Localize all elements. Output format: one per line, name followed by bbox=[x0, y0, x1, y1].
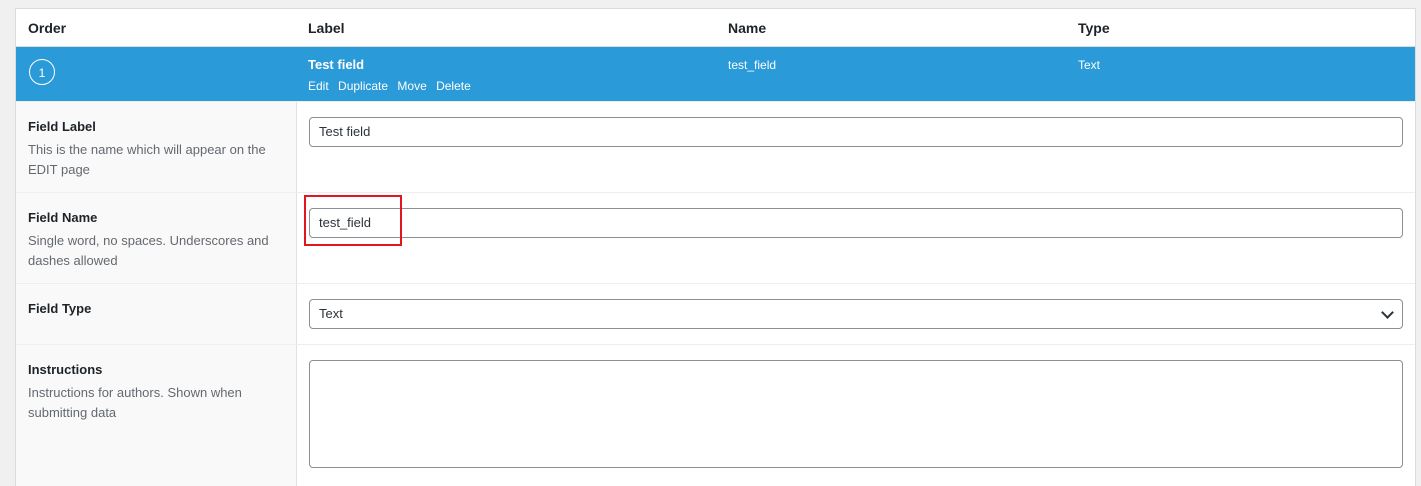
column-header-name: Name bbox=[728, 20, 767, 36]
setting-label-cell: Field Name Single word, no spaces. Under… bbox=[16, 193, 297, 283]
fields-table-header: Order Label Name Type bbox=[16, 9, 1415, 47]
field-name-title: Field Name bbox=[28, 210, 98, 225]
field-order-badge[interactable]: 1 bbox=[29, 59, 55, 85]
field-label-description: This is the name which will appear on th… bbox=[28, 142, 266, 177]
edit-link[interactable]: Edit bbox=[308, 79, 329, 93]
field-row-selected[interactable]: 1 Test field test_field Text Edit Duplic… bbox=[16, 47, 1415, 102]
setting-label-cell: Field Type bbox=[16, 284, 297, 344]
setting-row-field-type: Field Type Text bbox=[16, 283, 1415, 344]
chevron-down-icon bbox=[1381, 306, 1394, 319]
field-row-actions: Edit Duplicate Move Delete bbox=[308, 79, 477, 93]
instructions-description: Instructions for authors. Shown when sub… bbox=[28, 385, 242, 420]
field-row-name: test_field bbox=[728, 58, 777, 72]
duplicate-link[interactable]: Duplicate bbox=[338, 79, 388, 93]
move-link[interactable]: Move bbox=[397, 79, 426, 93]
setting-label-cell: Instructions Instructions for authors. S… bbox=[16, 345, 297, 486]
field-label-input[interactable]: Test field bbox=[309, 117, 1403, 147]
field-label-title: Field Label bbox=[28, 119, 96, 134]
field-row-type: Text bbox=[1078, 58, 1101, 72]
field-row-label[interactable]: Test field bbox=[308, 57, 364, 72]
setting-row-field-label: Field Label This is the name which will … bbox=[16, 101, 1415, 192]
delete-link[interactable]: Delete bbox=[436, 79, 471, 93]
instructions-textarea[interactable] bbox=[309, 360, 1403, 468]
field-type-title: Field Type bbox=[28, 301, 92, 316]
setting-label-cell: Field Label This is the name which will … bbox=[16, 102, 297, 192]
column-header-order: Order bbox=[28, 20, 67, 36]
instructions-title: Instructions bbox=[28, 362, 103, 377]
field-name-description: Single word, no spaces. Underscores and … bbox=[28, 233, 269, 268]
column-header-type: Type bbox=[1078, 20, 1110, 36]
field-type-selected-value: Text bbox=[319, 306, 343, 321]
column-header-label: Label bbox=[308, 20, 345, 36]
setting-row-field-name: Field Name Single word, no spaces. Under… bbox=[16, 192, 1415, 283]
field-name-input[interactable]: test_field bbox=[309, 208, 1403, 238]
fields-panel: Order Label Name Type 1 Test field test_… bbox=[15, 8, 1416, 486]
field-type-select[interactable]: Text bbox=[309, 299, 1403, 329]
setting-row-instructions: Instructions Instructions for authors. S… bbox=[16, 344, 1415, 486]
